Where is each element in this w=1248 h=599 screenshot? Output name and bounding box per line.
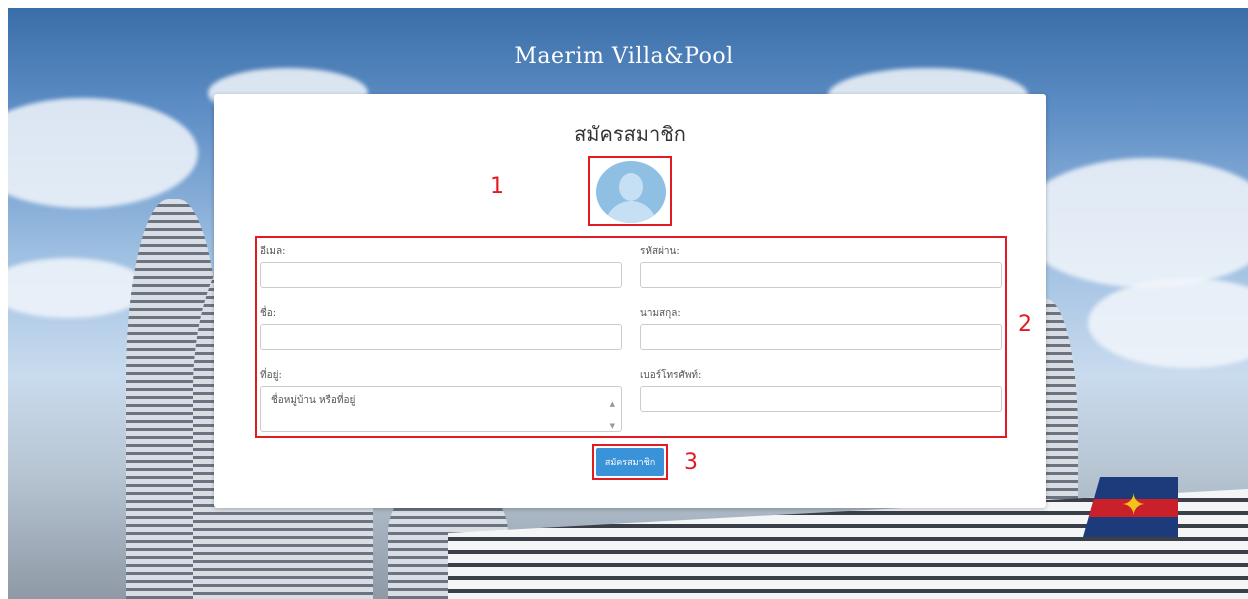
avatar-upload[interactable] [588,156,672,226]
email-label: อีเมล: [260,246,286,257]
lastname-field[interactable] [640,324,1002,350]
annotation-1: 1 [490,174,504,199]
submit-highlight: สมัครสมาชิก [592,444,668,480]
lastname-label: นามสกุล: [640,308,681,319]
user-silhouette-icon [596,161,666,223]
password-field[interactable] [640,262,1002,288]
firstname-label: ชื่อ: [260,308,277,319]
annotation-3: 3 [684,450,698,475]
phone-label: เบอร์โทรศัพท์: [640,370,702,381]
annotation-2: 2 [1018,312,1032,337]
address-placeholder: ชื่อหมู่บ้าน หรือที่อยู่ [271,395,356,406]
register-card: สมัครสมาชิก 1 2 อีเมล: รหัสผ่าน: ชื่อ: น… [214,94,1046,508]
address-textarea[interactable]: ชื่อหมู่บ้าน หรือที่อยู่ ▲ ▼ [260,386,622,432]
site-title: Maerim Villa&Pool [514,44,734,69]
page-title: สมัครสมาชิก [574,122,686,146]
textarea-scroll-arrows-icon[interactable]: ▲ ▼ [610,393,615,437]
email-field[interactable] [260,262,622,288]
phone-field[interactable] [640,386,1002,412]
address-label: ที่อยู่: [260,370,282,381]
password-label: รหัสผ่าน: [640,246,680,257]
register-button[interactable]: สมัครสมาชิก [596,448,664,476]
firstname-field[interactable] [260,324,622,350]
